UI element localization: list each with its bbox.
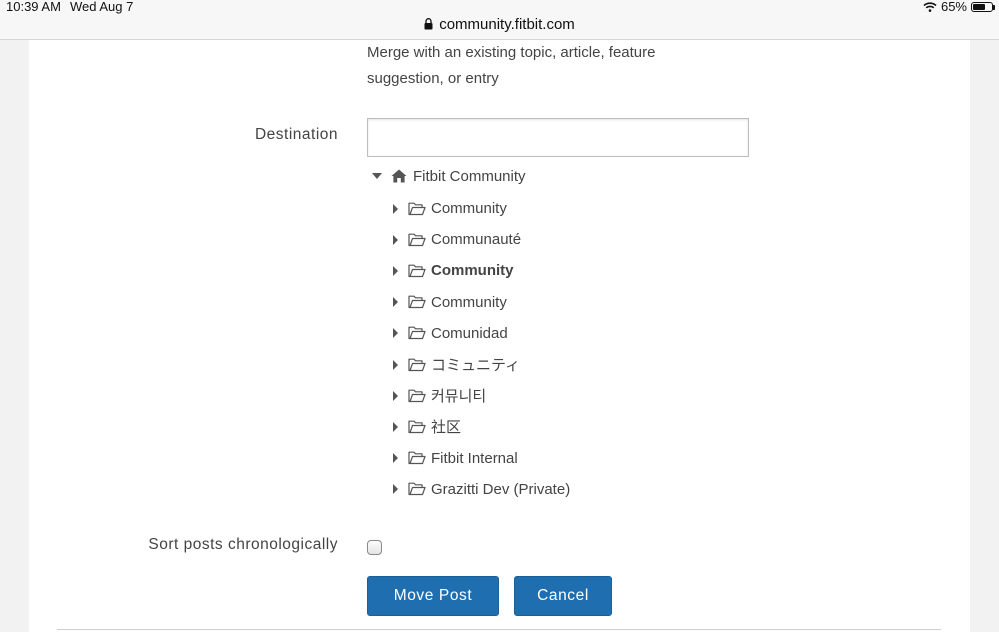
url-text: community.fitbit.com — [439, 16, 575, 33]
sort-chronologically-label: Sort posts chronologically — [148, 536, 338, 553]
tree-item[interactable]: Community — [367, 255, 767, 286]
caret-right-icon[interactable] — [393, 265, 398, 276]
battery-percent: 65% — [940, 0, 967, 14]
caret-right-icon[interactable] — [393, 328, 398, 339]
caret-right-icon[interactable] — [393, 203, 398, 214]
divider — [57, 629, 941, 630]
destination-tree: Fitbit Community Community Communauté Comm… — [367, 162, 767, 505]
caret-right-icon[interactable] — [393, 297, 398, 308]
tree-root[interactable]: Fitbit Community — [367, 162, 767, 190]
tree-item-label: Fitbit Internal — [431, 449, 518, 467]
tree-item[interactable]: Grazitti Dev (Private) — [367, 474, 767, 505]
wifi-icon — [923, 1, 937, 12]
tree-item-label: 커뮤니티 — [431, 388, 487, 406]
folder-open-icon — [408, 358, 426, 371]
tree-item[interactable]: Community — [367, 287, 767, 318]
tree-children: Community Communauté Community Community Com… — [367, 193, 767, 505]
status-time: 10:39 AM — [6, 0, 61, 14]
move-post-form: Merge with an existing topic, article, f… — [29, 40, 970, 632]
folder-open-icon — [408, 389, 426, 402]
folder-open-icon — [408, 326, 426, 340]
tree-item[interactable]: Communauté — [367, 224, 767, 255]
tree-item-label: 社区 — [431, 419, 462, 437]
merge-description: Merge with an existing topic, article, f… — [367, 44, 656, 87]
status-indicators: 65% — [923, 0, 995, 14]
lock-icon — [424, 18, 433, 30]
tree-item-label: Communauté — [431, 231, 522, 249]
folder-open-icon — [408, 233, 426, 246]
move-post-button[interactable]: Move Post — [367, 576, 499, 616]
caret-right-icon[interactable] — [393, 390, 398, 401]
tree-item-label: Community — [431, 200, 507, 218]
caret-right-icon[interactable] — [393, 484, 398, 495]
destination-input[interactable] — [367, 118, 749, 157]
battery-level — [973, 3, 985, 10]
caret-right-icon[interactable] — [393, 453, 398, 464]
folder-open-icon — [408, 451, 426, 465]
caret-right-icon[interactable] — [393, 421, 398, 432]
home-icon — [391, 169, 407, 183]
folder-open-icon — [408, 264, 426, 278]
battery-icon — [971, 1, 995, 12]
browser-status-bar: 10:39 AM Wed Aug 7 community.fitbit.com … — [0, 0, 999, 40]
folder-open-icon — [408, 482, 426, 496]
tree-item[interactable]: Comunidad — [367, 318, 767, 349]
address-bar[interactable]: community.fitbit.com — [0, 16, 999, 33]
caret-right-icon[interactable] — [393, 234, 398, 245]
tree-item-label: Community — [431, 262, 514, 280]
tree-item[interactable]: Fitbit Internal — [367, 443, 767, 474]
tree-item[interactable]: 社区 — [367, 411, 767, 442]
tree-item-label: Community — [431, 293, 507, 311]
tree-item-label: コミュニティ — [431, 357, 521, 375]
caret-down-icon[interactable] — [372, 173, 382, 179]
folder-open-icon — [408, 295, 426, 309]
tree-item[interactable]: コミュニティ — [367, 349, 767, 380]
caret-right-icon[interactable] — [393, 359, 398, 370]
tree-item-label: Comunidad — [431, 324, 508, 342]
folder-open-icon — [408, 420, 426, 434]
sort-chronologically-checkbox[interactable] — [367, 540, 382, 555]
tree-root-label: Fitbit Community — [413, 167, 526, 185]
tree-item-label: Grazitti Dev (Private) — [431, 480, 571, 498]
destination-label: Destination — [254, 126, 338, 143]
tree-item[interactable]: Community — [367, 193, 767, 224]
tree-item[interactable]: 커뮤니티 — [367, 380, 767, 411]
status-date: Wed Aug 7 — [70, 0, 134, 14]
folder-open-icon — [408, 202, 426, 215]
cancel-button[interactable]: Cancel — [514, 576, 612, 616]
